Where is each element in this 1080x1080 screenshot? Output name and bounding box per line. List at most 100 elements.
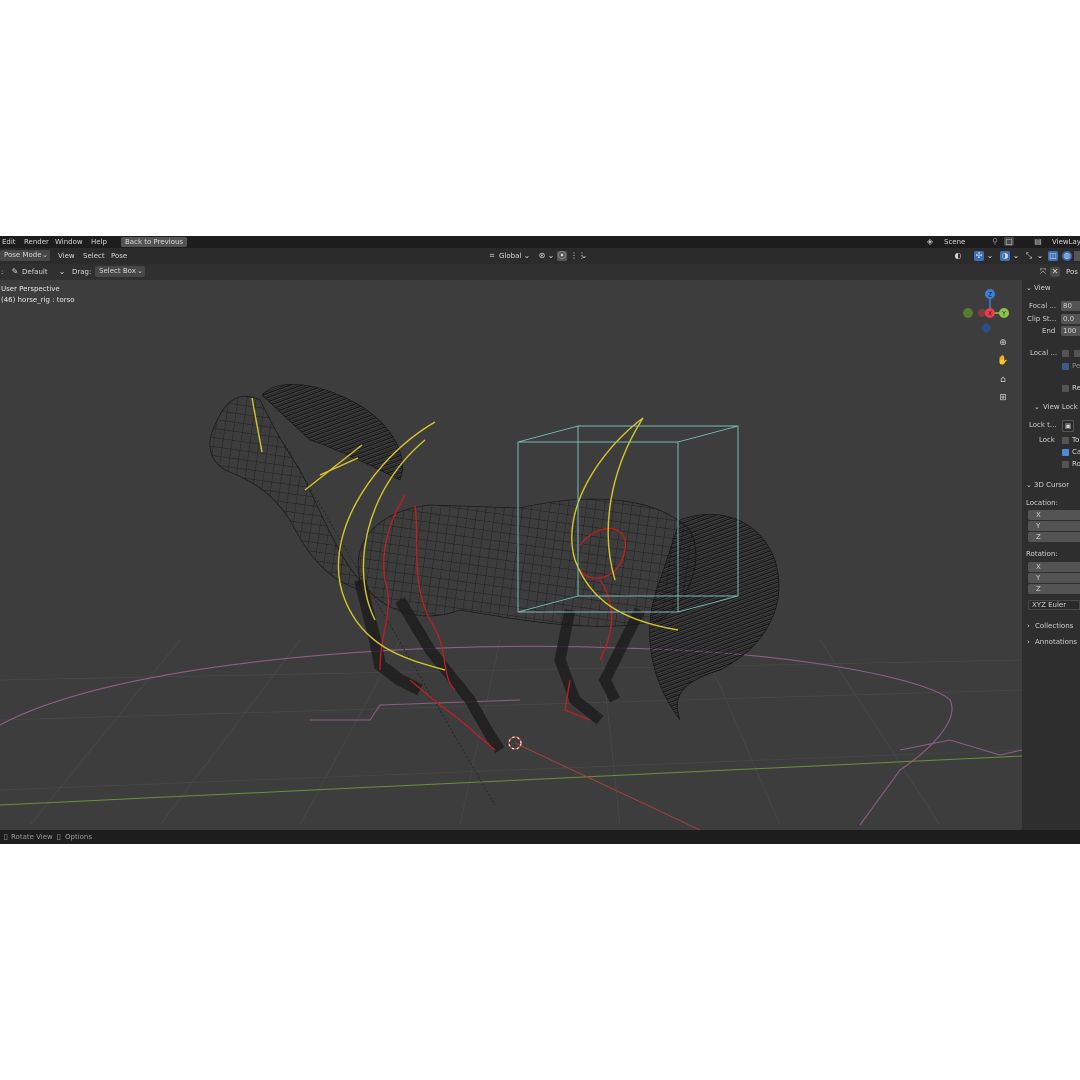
object-picker-icon[interactable]: ▣ [1062,420,1074,432]
lock-to-checkbox[interactable] [1062,437,1069,444]
horse-mesh [209,384,780,754]
preset-dropdown[interactable]: Default [22,264,48,280]
snap-target-icon[interactable]: ⋮⋮ [570,248,586,264]
gizmo-x-label: X [988,311,992,318]
menu-window[interactable]: Window [55,236,83,248]
local-camera-checkbox[interactable] [1062,350,1069,357]
drag-label: Drag: [72,268,92,276]
view-section-header[interactable]: ⌄ View [1022,283,1080,294]
menu-edit[interactable]: Edit [2,236,16,248]
re-label: Re [1072,384,1080,392]
pe-checkbox[interactable] [1062,363,1069,370]
lock-camera-row: Ca [1022,447,1080,458]
zoom-icon[interactable]: ⊕ [996,336,1010,350]
gizmo-z-label: Z [988,292,992,299]
pin-icon[interactable]: ⚲ [990,236,1000,248]
chevron-down-icon: ⌄ [42,251,48,259]
location-z-field[interactable]: Z [1028,532,1080,542]
ground-outline-2 [310,699,1022,756]
lock-camera-checkbox[interactable] [1062,449,1069,456]
3d-viewport[interactable] [0,280,1022,830]
rotation-label: Rotation: [1026,550,1058,558]
gizmo-toggle-icon[interactable]: ✣ [974,251,984,261]
viewlayer-field[interactable]: ViewLay [1052,236,1080,248]
pan-hand-icon[interactable]: ✋ [996,354,1010,368]
x-axis-line [0,755,1022,806]
viewport-info: User Perspective (46) horse_rig : torso [1,284,75,306]
mode-dropdown[interactable]: Pose Mode ⌄ [0,250,50,261]
location-z-label: Z [1036,533,1041,541]
location-z-row: Z [1022,532,1080,543]
menu-pose[interactable]: Pose [111,248,127,264]
view-lock-section-header[interactable]: ⌄ View Lock [1022,402,1080,413]
rotation-x-field[interactable]: X [1028,562,1080,572]
menu-select[interactable]: Select [83,248,105,264]
annotations-section-header[interactable]: › Annotations [1022,637,1080,648]
visibility-icon[interactable]: ◐ [952,248,964,264]
pivot-point-icon[interactable]: ⊛ [537,248,547,264]
rotation-x-row: X [1022,562,1080,573]
mode-label: Pose Mode [4,251,42,259]
rotation-y-field[interactable]: Y [1028,573,1080,583]
wireframe-shading-icon[interactable]: ◫ [1048,251,1058,261]
re-row: Re [1022,383,1080,394]
options-hint: Options [65,833,93,841]
rotation-y-row: Y [1022,573,1080,584]
re-checkbox[interactable] [1062,385,1069,392]
scene-canvas [0,384,1022,830]
menu-render[interactable]: Render [24,236,49,248]
close-icon[interactable]: ✕ [1050,267,1060,277]
3d-cursor-section-header[interactable]: ⌄ 3D Cursor [1022,480,1080,491]
gizmo-neg-z-axis[interactable] [981,323,991,333]
camera-view-icon[interactable]: ⌂ [996,373,1010,387]
lock-rotation-row: Ro [1022,459,1080,470]
overlay-toggle-icon[interactable]: ◑ [1000,251,1010,261]
scene-field[interactable]: Scene [944,236,965,248]
drag-mode-dropdown[interactable]: Select Box ⌄ [95,266,145,277]
annotations-header-label: Annotations [1035,638,1078,646]
collections-header-label: Collections [1035,622,1074,630]
status-bar: ▯ Rotate View ▯ Options [0,830,1080,844]
focal-length-field[interactable]: 80 [1061,301,1080,311]
transform-icon[interactable]: ⤧ [1038,264,1048,280]
perspective-label: User Perspective [1,285,60,293]
gizmo-neg-x-axis[interactable] [978,309,986,317]
menu-help[interactable]: Help [91,236,107,248]
viewlayer-icon: ▤ [1034,237,1042,246]
clip-end-label: End [1042,327,1056,335]
navigation-gizmo[interactable]: Z Y X [960,284,1020,344]
view-lock-header-label: View Lock [1043,403,1078,411]
gizmo-neg-y-axis[interactable] [963,308,973,318]
mouse-icon: ▯ [56,832,62,841]
xray-icon[interactable]: ⤡ [1024,248,1034,264]
perspective-toggle-icon[interactable]: ⊞ [996,391,1010,405]
menu-view[interactable]: View [58,248,75,264]
npanel-tab-label[interactable]: Pos [1066,264,1078,280]
location-x-field[interactable]: X [1028,510,1080,520]
lock-rotation-checkbox[interactable] [1062,461,1069,468]
root-bone-line [284,444,496,806]
solid-shading-icon[interactable]: ◍ [1062,251,1072,261]
material-shading-icon[interactable] [1074,251,1080,261]
local-camera-field[interactable] [1074,350,1080,357]
rotation-mode-dropdown[interactable]: XYZ Euler [1028,600,1080,610]
back-to-previous-button[interactable]: Back to Previous [121,237,188,247]
transform-orientation-dropdown[interactable]: Global [499,248,521,264]
chevron-right-icon: › [1027,638,1030,646]
mouse-icon: ▯ [3,832,9,841]
chevron-down-icon: ⌄ [1026,481,1032,489]
clip-end-field[interactable]: 100 [1061,326,1080,336]
location-y-field[interactable]: Y [1028,521,1080,531]
chevron-down-icon: ⌄ [1012,251,1020,260]
tool-settings-bar: : ✎ Default ⌄ Drag: Select Box ⌄ ⤧ ✕ Pos [0,264,1080,280]
rotation-z-field[interactable]: Z [1028,584,1080,594]
chevron-right-icon: › [1027,622,1030,630]
clip-start-row: Clip St... 0.0 [1022,314,1080,325]
lock-to-object-row: Lock t... ▣ [1022,420,1080,432]
scene-icon: ◈ [926,237,934,246]
clip-start-field[interactable]: 0.0 [1061,314,1080,324]
snap-toggle-icon[interactable]: ⦿ [557,251,567,261]
new-scene-icon[interactable]: ▢ [1004,237,1014,246]
local-camera-row: Local ... [1022,348,1080,359]
collections-section-header[interactable]: › Collections [1022,621,1080,632]
